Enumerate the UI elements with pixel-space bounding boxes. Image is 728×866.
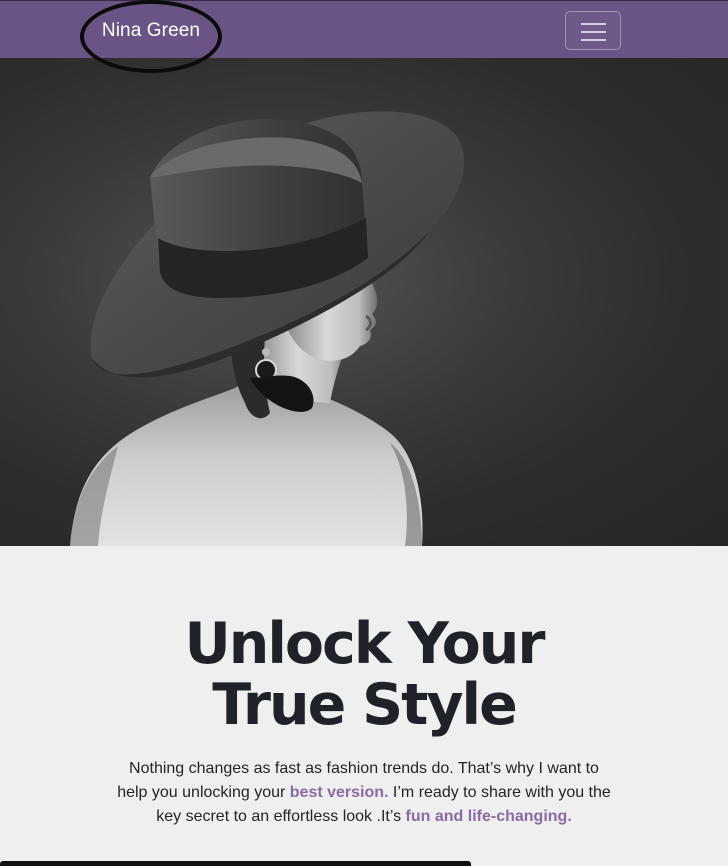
headline-line-2: True Style [212, 672, 517, 738]
intro-highlight-fun: fun and life-changing. [405, 808, 572, 825]
intro-section: Unlock Your True Style Nothing changes a… [0, 546, 728, 866]
intro-paragraph: Nothing changes as fast as fashion trend… [112, 757, 616, 829]
hero-image [0, 58, 728, 546]
woman-in-wide-brim-hat-photo [70, 111, 465, 546]
navbar-toggler-button[interactable] [565, 11, 621, 50]
bottom-edge-bar [0, 861, 471, 866]
hamburger-menu-icon-bar [581, 39, 606, 41]
hamburger-menu-icon-bar [581, 31, 606, 33]
hamburger-menu-icon [581, 23, 606, 25]
page-headline: Unlock Your True Style [0, 614, 728, 736]
intro-highlight-best-version: best version. [289, 784, 389, 801]
headline-line-1: Unlock Your [184, 611, 546, 677]
brand-name: Nina Green [101, 20, 201, 41]
brand-link[interactable]: Nina Green [80, 0, 222, 73]
